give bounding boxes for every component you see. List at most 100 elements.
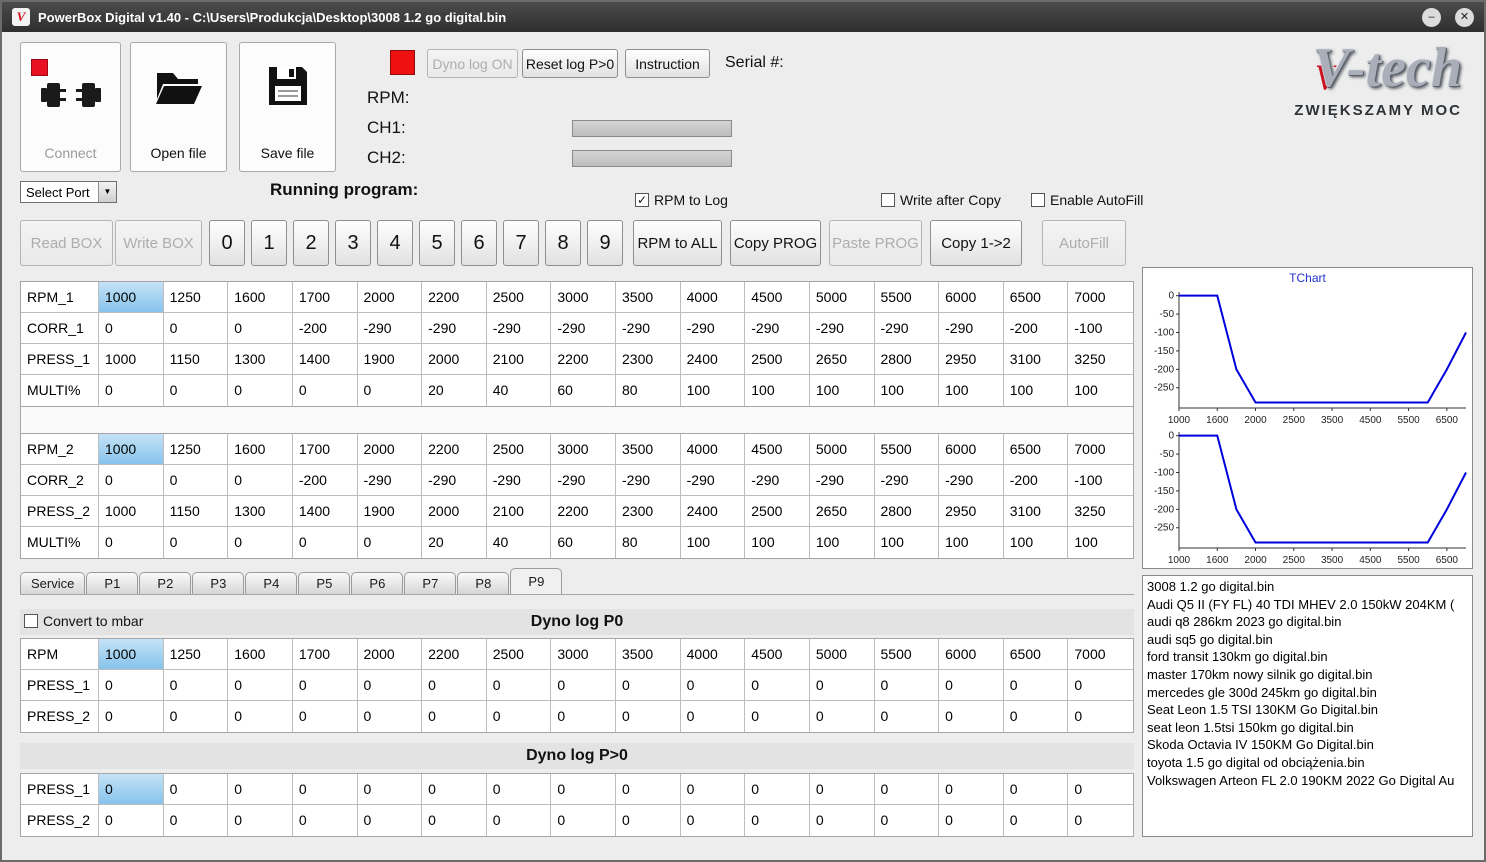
table-cell[interactable]: 0	[292, 701, 358, 732]
table-cell[interactable]: 2200	[551, 496, 616, 527]
table-cell[interactable]: 0	[1068, 774, 1133, 805]
table-cell[interactable]: 2500	[486, 434, 552, 465]
table-cell[interactable]: 0	[357, 774, 423, 805]
table-cell[interactable]: 0	[99, 375, 164, 406]
table-cell[interactable]: 0	[228, 527, 293, 558]
select-port-dropdown[interactable]: Select Port ▼	[20, 181, 117, 203]
table-cell[interactable]: 100	[809, 375, 875, 406]
table-cell[interactable]: 2100	[486, 496, 552, 527]
table-cell[interactable]: -290	[939, 313, 1004, 344]
table-cell[interactable]: 2800	[874, 496, 940, 527]
table-cell[interactable]: 0	[680, 701, 746, 732]
table-cell[interactable]: -290	[874, 465, 940, 496]
file-list-item[interactable]: master 170km nowy silnik go digital.bin	[1143, 666, 1472, 684]
table-cell[interactable]: 0	[292, 375, 358, 406]
table-cell[interactable]: 0	[1003, 701, 1069, 732]
table-cell[interactable]: 1600	[228, 434, 293, 465]
table-cell[interactable]: 0	[292, 527, 358, 558]
file-list-item[interactable]: mercedes gle 300d 245km go digital.bin	[1143, 684, 1472, 702]
digit-button-4[interactable]: 4	[377, 220, 413, 266]
table-cell[interactable]: 0	[163, 465, 229, 496]
table-cell[interactable]: 2950	[939, 496, 1004, 527]
table-cell[interactable]: 0	[809, 805, 875, 836]
table-cell[interactable]: 0	[874, 670, 940, 701]
table-cell[interactable]: 0	[939, 670, 1004, 701]
table-cell[interactable]: 1000	[99, 282, 164, 313]
save-file-button[interactable]: Save file	[239, 42, 336, 172]
table-cell[interactable]: 100	[1003, 375, 1069, 406]
table-cell[interactable]: 0	[939, 701, 1004, 732]
table-cell[interactable]: 100	[745, 375, 810, 406]
table-cell[interactable]: 0	[486, 670, 552, 701]
table-cell[interactable]: -200	[292, 465, 358, 496]
table-cell[interactable]: 100	[1003, 527, 1069, 558]
table-cell[interactable]: 3250	[1068, 496, 1133, 527]
table-cell[interactable]: 0	[486, 774, 552, 805]
tab-p5[interactable]: P5	[298, 572, 351, 594]
tab-service[interactable]: Service	[20, 572, 86, 594]
file-list-item[interactable]: Audi Q5 II (FY FL) 40 TDI MHEV 2.0 150kW…	[1143, 596, 1472, 614]
file-list-item[interactable]: ford transit 130km go digital.bin	[1143, 648, 1472, 666]
table-cell[interactable]: 80	[616, 375, 681, 406]
table-cell[interactable]: -290	[551, 313, 616, 344]
table-cell[interactable]: 0	[422, 701, 487, 732]
table-cell[interactable]: 1700	[292, 282, 358, 313]
table-cell[interactable]: 0	[292, 670, 358, 701]
table-cell[interactable]: 0	[745, 774, 810, 805]
autofill-button[interactable]: AutoFill	[1042, 220, 1126, 266]
table-cell[interactable]: -290	[680, 313, 746, 344]
table-cell[interactable]: 0	[99, 701, 164, 732]
tab-p3[interactable]: P3	[192, 572, 245, 594]
table-cell[interactable]: 3250	[1068, 344, 1133, 375]
table-cell[interactable]: 5000	[809, 639, 875, 670]
copy-prog-button[interactable]: Copy PROG	[730, 220, 821, 266]
table-cell[interactable]: 3000	[551, 639, 616, 670]
table-cell[interactable]: 0	[551, 701, 616, 732]
table-cell[interactable]: 0	[357, 701, 423, 732]
table-cell[interactable]: 0	[163, 701, 229, 732]
table-cell[interactable]: -290	[939, 465, 1004, 496]
table-cell[interactable]: 2000	[422, 344, 487, 375]
paste-prog-button[interactable]: Paste PROG	[829, 220, 922, 266]
table-cell[interactable]: -100	[1068, 313, 1133, 344]
table-cell[interactable]: 2400	[680, 496, 746, 527]
digit-button-6[interactable]: 6	[461, 220, 497, 266]
table-cell[interactable]: 0	[486, 805, 552, 836]
table-cell[interactable]: 0	[357, 805, 423, 836]
digit-button-5[interactable]: 5	[419, 220, 455, 266]
dyno-log-on-button[interactable]: Dyno log ON	[427, 49, 518, 78]
table-cell[interactable]: 0	[551, 805, 616, 836]
file-list-item[interactable]: seat leon 1.5tsi 150km go digital.bin	[1143, 719, 1472, 737]
write-after-copy-checkbox[interactable]: Write after Copy	[881, 192, 1001, 208]
table-cell[interactable]: 100	[939, 375, 1004, 406]
table-cell[interactable]: 0	[551, 670, 616, 701]
table-cell[interactable]: 5500	[874, 639, 940, 670]
table-cell[interactable]: 100	[680, 527, 746, 558]
table-cell[interactable]: -290	[809, 313, 875, 344]
table-cell[interactable]: -290	[357, 313, 423, 344]
tab-p1[interactable]: P1	[86, 572, 139, 594]
table-cell[interactable]: 0	[228, 805, 293, 836]
table-cell[interactable]: 3000	[551, 282, 616, 313]
table-cell[interactable]: 0	[874, 774, 940, 805]
table-cell[interactable]: 80	[616, 527, 681, 558]
table-cell[interactable]: 6000	[939, 434, 1004, 465]
table-cell[interactable]: 0	[745, 701, 810, 732]
table-cell[interactable]: -200	[1003, 465, 1069, 496]
file-list-item[interactable]: toyota 1.5 go digital od obciążenia.bin	[1143, 754, 1472, 772]
table-cell[interactable]: 7000	[1068, 639, 1133, 670]
enable-autofill-checkbox[interactable]: Enable AutoFill	[1031, 192, 1143, 208]
table-cell[interactable]: 2200	[422, 282, 487, 313]
table-cell[interactable]: 0	[163, 774, 229, 805]
table-cell[interactable]: 0	[292, 774, 358, 805]
table-cell[interactable]: 0	[228, 670, 293, 701]
table-cell[interactable]: 0	[616, 805, 681, 836]
table-cell[interactable]: 100	[874, 375, 940, 406]
tab-p2[interactable]: P2	[139, 572, 192, 594]
table-cell[interactable]: 0	[99, 527, 164, 558]
table-cell[interactable]: 0	[809, 670, 875, 701]
table-cell[interactable]: 100	[874, 527, 940, 558]
instruction-button[interactable]: Instruction	[625, 49, 710, 78]
table-cell[interactable]: 7000	[1068, 282, 1133, 313]
table-cell[interactable]: -290	[616, 465, 681, 496]
